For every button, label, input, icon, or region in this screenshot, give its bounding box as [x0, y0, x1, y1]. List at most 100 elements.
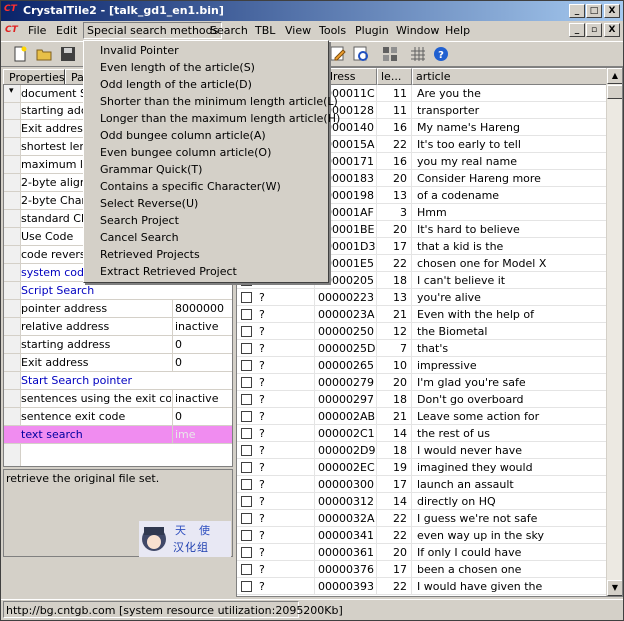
row-checkbox[interactable]	[241, 360, 252, 371]
grid-icon[interactable]	[409, 45, 427, 63]
row-checkbox[interactable]	[241, 309, 252, 320]
new-file-icon[interactable]	[11, 45, 29, 63]
grid-vertical-scrollbar[interactable]: ▲ ▼	[606, 68, 622, 596]
property-value[interactable]: inactive	[172, 318, 232, 335]
table-row[interactable]: ? 00000341 22 even way up in the sky	[237, 527, 607, 544]
table-row[interactable]: ? 000002EC 19 imagined they would	[237, 459, 607, 476]
property-value[interactable]: 0	[172, 354, 232, 371]
menu-search[interactable]: Search	[210, 24, 248, 37]
dropdown-item[interactable]: Select Reverse(U)	[100, 197, 198, 210]
edit-pencil-icon[interactable]	[329, 45, 347, 63]
row-checkbox[interactable]	[241, 547, 252, 558]
child-close-button[interactable]: X	[604, 23, 620, 37]
row-checkbox[interactable]	[241, 377, 252, 388]
dropdown-item[interactable]: Longer than the maximum length article(H…	[100, 112, 340, 125]
property-row[interactable]: sentences using the exit code inactive	[4, 390, 232, 408]
table-row[interactable]: ? 000002AB 21 Leave some action for	[237, 408, 607, 425]
dropdown-item[interactable]: Search Project	[100, 214, 179, 227]
table-row[interactable]: ? 00000361 20 If only I could have	[237, 544, 607, 561]
table-row[interactable]: ? 00000376 17 been a chosen one	[237, 561, 607, 578]
dropdown-item[interactable]: Odd length of the article(D)	[100, 78, 252, 91]
menu-tbl[interactable]: TBL	[255, 24, 275, 37]
property-row[interactable]: text search ime	[4, 426, 232, 444]
row-checkbox[interactable]	[241, 496, 252, 507]
table-row[interactable]: ? 00000393 22 I would have given the	[237, 578, 607, 595]
dropdown-item[interactable]: Contains a specific Character(W)	[100, 180, 281, 193]
row-checkbox[interactable]	[241, 394, 252, 405]
dropdown-item[interactable]: Invalid Pointer	[100, 44, 179, 57]
close-button[interactable]: X	[604, 4, 620, 18]
dropdown-item[interactable]: Odd bungee column article(A)	[100, 129, 266, 142]
row-checkbox[interactable]	[241, 343, 252, 354]
property-row[interactable]: pointer address 8000000	[4, 300, 232, 318]
dropdown-item[interactable]: Shorter than the minimum length article(…	[100, 95, 338, 108]
row-checkbox[interactable]	[241, 530, 252, 541]
table-row[interactable]: ? 000002C1 14 the rest of us	[237, 425, 607, 442]
table-row[interactable]: ? 0000023A 21 Even with the help of	[237, 306, 607, 323]
menu-special-search[interactable]: Special search methods	[83, 22, 223, 39]
property-row[interactable]: sentence exit code 0	[4, 408, 232, 426]
row-checkbox[interactable]	[241, 462, 252, 473]
dropdown-item[interactable]: Retrieved Projects	[100, 248, 200, 261]
row-checkbox[interactable]	[241, 411, 252, 422]
menu-file[interactable]: File	[28, 24, 46, 37]
property-value[interactable]: ime	[172, 426, 232, 443]
table-row[interactable]: ? 00000265 10 impressive	[237, 357, 607, 374]
menu-help[interactable]: Help	[445, 24, 470, 37]
property-value[interactable]: 8000000	[172, 300, 232, 317]
menu-window[interactable]: Window	[396, 24, 439, 37]
scroll-thumb[interactable]	[607, 85, 622, 99]
dropdown-item[interactable]: Cancel Search	[100, 231, 179, 244]
table-row[interactable]: ? 00000297 18 Don't go overboard	[237, 391, 607, 408]
table-row[interactable]: ? 00000312 14 directly on HQ	[237, 493, 607, 510]
property-value[interactable]: 0	[172, 336, 232, 353]
col-header-article[interactable]: article	[412, 68, 607, 85]
scroll-down-button[interactable]: ▼	[607, 580, 622, 596]
menu-edit[interactable]: Edit	[56, 24, 77, 37]
row-checkbox[interactable]	[241, 428, 252, 439]
table-row[interactable]: ? 00000250 12 the Biometal	[237, 323, 607, 340]
dropdown-item[interactable]: Extract Retrieved Project	[100, 265, 237, 278]
row-checkbox[interactable]	[241, 326, 252, 337]
col-header-length[interactable]: le...	[377, 68, 412, 85]
row-checkbox[interactable]	[241, 513, 252, 524]
open-folder-icon[interactable]	[35, 45, 53, 63]
row-checkbox[interactable]	[241, 479, 252, 490]
table-row[interactable]: ? 00000300 17 launch an assault	[237, 476, 607, 493]
row-checkbox[interactable]	[241, 292, 252, 303]
property-row[interactable]: Start Search pointer	[4, 372, 232, 390]
child-restore-button[interactable]: ▫	[586, 23, 602, 37]
dropdown-item[interactable]: Grammar Quick(T)	[100, 163, 202, 176]
table-row[interactable]: ? 00000279 20 I'm glad you're safe	[237, 374, 607, 391]
table-row[interactable]: ? 000002D9 18 I would never have	[237, 442, 607, 459]
scroll-up-button[interactable]: ▲	[607, 68, 622, 84]
help-icon[interactable]: ?	[432, 45, 450, 63]
table-row[interactable]: ? 00000223 13 you're alive	[237, 289, 607, 306]
property-row[interactable]: relative address inactive	[4, 318, 232, 336]
child-minimize-button[interactable]: _	[569, 23, 585, 37]
table-row[interactable]: ? 0000025D 7 that's	[237, 340, 607, 357]
property-row[interactable]: Script Search	[4, 282, 232, 300]
row-flag: ?	[259, 512, 265, 525]
menu-view[interactable]: View	[285, 24, 311, 37]
save-icon[interactable]	[59, 45, 77, 63]
property-value[interactable]: inactive	[172, 390, 232, 407]
maximize-button[interactable]: □	[586, 4, 602, 18]
minimize-button[interactable]: _	[569, 4, 585, 18]
property-row[interactable]: Exit address 0	[4, 354, 232, 372]
collapse-arrow-icon[interactable]: ▾	[9, 86, 14, 96]
dropdown-item[interactable]: Even bungee column article(O)	[100, 146, 271, 159]
menu-tools[interactable]: Tools	[319, 24, 346, 37]
title-bar[interactable]: CT CrystalTile2 - [talk_gd1_en1.bin] _ □…	[1, 1, 623, 21]
property-value[interactable]: 0	[172, 408, 232, 425]
tile-view-icon[interactable]	[381, 45, 399, 63]
table-row[interactable]: ? 0000032A 22 I guess we're not safe	[237, 510, 607, 527]
row-checkbox[interactable]	[241, 581, 252, 592]
tab-properties[interactable]: Properties	[3, 69, 65, 85]
menu-plugin[interactable]: Plugin	[355, 24, 389, 37]
dropdown-item[interactable]: Even length of the article(S)	[100, 61, 255, 74]
row-checkbox[interactable]	[241, 564, 252, 575]
row-checkbox[interactable]	[241, 445, 252, 456]
search-doc-icon[interactable]	[352, 45, 370, 63]
property-row[interactable]: starting address 0	[4, 336, 232, 354]
